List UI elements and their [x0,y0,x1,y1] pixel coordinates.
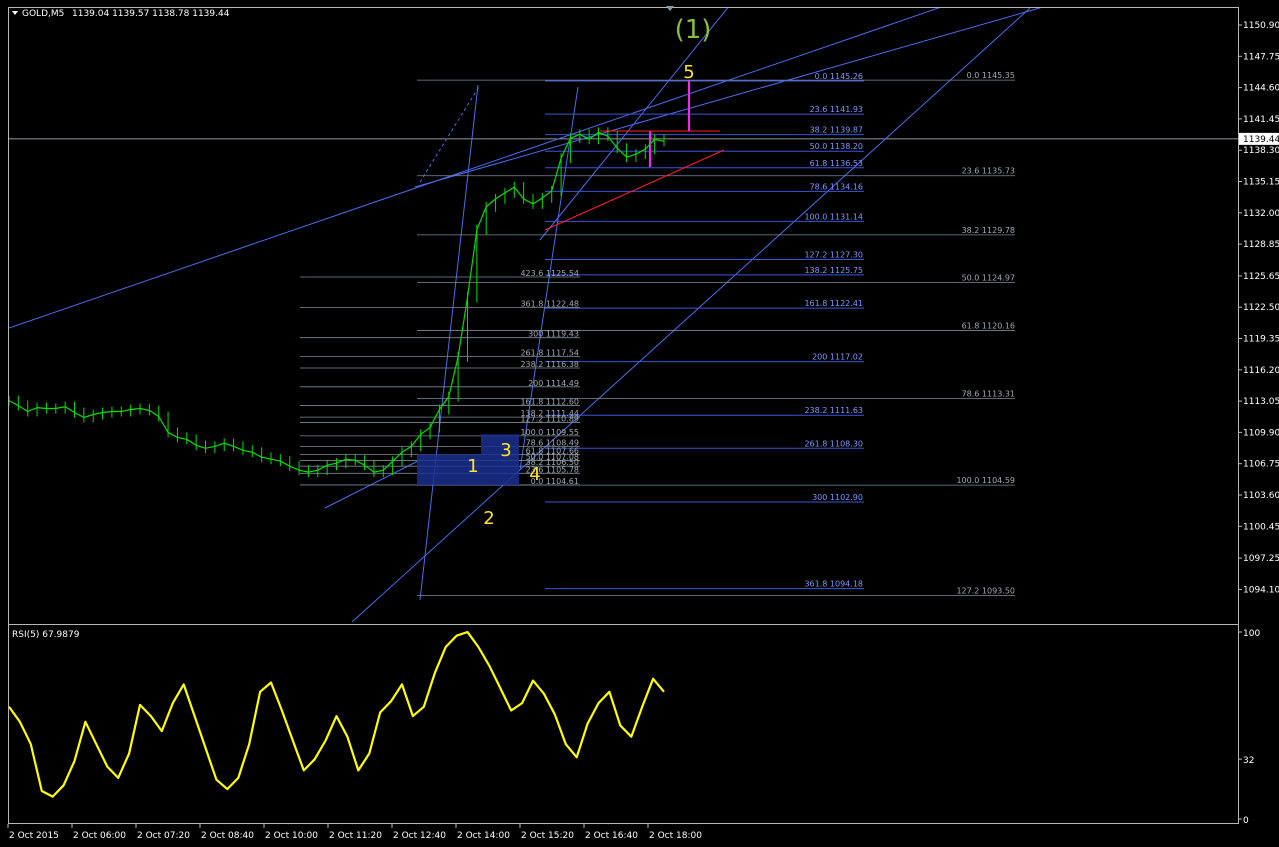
fib-extension-label: 61.8 1136.53 [810,159,863,168]
trading-chart-window[interactable]: 0.0 1145.35 23.6 1135.73 38.2 1129.78 50.0 … [0,0,1279,843]
fib-extension-label: 361.8 1094.18 [804,580,863,589]
time-tick-label: 2 Oct 10:00 [265,831,318,841]
wave-count-label: 5 [683,62,694,83]
price-tick-label: 1103.60 [1243,491,1279,501]
fib-level-label: 78.6 1113.31 [962,390,1015,399]
time-tick-label: 2 Oct 06:00 [73,831,126,841]
wave-degree-label: (1) [675,15,712,45]
fib-level-label: 38.2 1129.78 [962,226,1015,235]
chart-canvas[interactable]: 0.0 1145.3523.6 1135.7338.2 1129.7850.0 … [0,0,1279,843]
price-tick-label: 1147.75 [1243,52,1279,62]
annotations: 1 2 34 5 [467,62,694,529]
price-tick-label: 1125.65 [1243,272,1279,282]
price-tick-label: 1109.90 [1243,428,1279,438]
channel-line [414,8,1042,188]
wave-count-label: 4 [529,464,540,485]
fib-extension-label: 238.2 1111.63 [804,406,863,415]
rsi-line [9,630,665,798]
symbol-label: GOLD,M5 [22,9,64,19]
fib-left-label: 423.6 1125.54 [520,269,579,278]
fib-extension-label: 100.0 1131.14 [804,212,863,221]
rsi-title: RSI(5) 67.9879 [12,630,80,640]
fib-extension-label: 78.6 1134.16 [810,182,863,191]
current-price-label: 1139.44 [1243,135,1279,145]
fib-left-label: 238.2 1116.38 [520,360,579,369]
red-trend-line [544,149,725,231]
time-tick-label: 2 Oct 07:20 [137,831,190,841]
time-tick-label: 2 Oct 16:40 [585,831,638,841]
fib-left-label: 127.2 1110.89 [520,415,579,424]
price-tick-label: 1094.10 [1243,585,1279,595]
fib-extension-label: 38.2 1139.87 [810,126,863,135]
fib-extension-label: 127.2 1127.30 [804,251,863,260]
fib-left-label: 161.8 1112.60 [520,398,579,407]
triangle-down-icon[interactable] [12,11,18,15]
fib-left-label: 200 1114.49 [528,379,579,388]
fib-extension-label: 261.8 1108.30 [804,439,863,448]
fib-level-label: 100.0 1104.59 [956,476,1015,485]
price-tick-label: 1116.20 [1243,366,1279,376]
fib-left-label: 300 1119.43 [528,330,579,339]
price-tick-label: 1138.30 [1243,146,1279,156]
fib-extension-label: 300 1102.90 [812,493,863,502]
fib-extension-label: 138.2 1125.75 [804,266,863,275]
rsi-indicator-pane[interactable] [9,630,665,798]
time-tick-label: 2 Oct 08:40 [201,831,254,841]
channel-line [324,459,421,509]
fib-left-label: 361.8 1122.48 [520,299,579,308]
wave-count-label: 1 [467,456,478,477]
fib-level-label: 127.2 1093.50 [956,586,1015,595]
axes: 1150.90 1147.75 1144.60 1141.45 1138.30 1135.… [7,21,1279,841]
fib-left-label: 100.0 1109.55 [520,428,579,437]
main-price-pane[interactable]: 0.0 1145.3523.6 1135.7338.2 1129.7850.0 … [9,4,1238,622]
price-tick-label: 1132.00 [1243,209,1279,219]
price-tick-label: 1106.75 [1243,460,1279,470]
shift-marker-icon[interactable] [666,6,674,11]
fib-extension-label: 0.0 1145.26 [815,72,863,81]
ohlc-readout: 1139.04 1139.57 1138.78 1139.44 [72,9,230,19]
channel-line [419,84,479,601]
price-tick-label: 1100.45 [1243,522,1279,532]
fib-level-label: 23.6 1135.73 [962,167,1015,176]
price-tick-label: 1141.45 [1243,115,1279,125]
fib-extension-label: 200 1117.02 [812,353,863,362]
price-tick-label: 1144.60 [1243,84,1279,94]
time-tick-label: 2 Oct 15:20 [521,831,574,841]
fib-fan-line [419,84,481,183]
time-tick-label: 2 Oct 11:20 [329,831,382,841]
price-tick-label: 1119.35 [1243,334,1279,344]
fib-level-label: 0.0 1145.35 [967,71,1015,80]
wave-count-label: 3 [500,440,511,461]
fib-extension-label: 23.6 1141.93 [810,105,863,114]
chart-header: GOLD,M5 1139.04 1139.57 1138.78 1139.44 [12,9,230,19]
fib-level-label: 61.8 1120.16 [962,321,1015,330]
time-tick-label: 2 Oct 14:00 [457,831,510,841]
time-tick-label: 2 Oct 2015 [9,831,59,841]
price-tick-label: 1128.85 [1243,240,1279,250]
channel-line [351,8,1031,622]
price-tick-label: 1113.05 [1243,397,1279,407]
wave-count-label: 2 [483,508,494,529]
fib-extension-label: 50.0 1138.20 [810,142,863,151]
rsi-tick-label: 0 [1243,816,1249,826]
fib-extension-label: 161.8 1122.41 [804,299,863,308]
rsi-tick-label: 100 [1243,629,1260,639]
fib-level-label: 50.0 1124.97 [962,274,1015,283]
price-tick-label: 1097.25 [1243,554,1279,564]
time-tick-label: 2 Oct 12:40 [393,831,446,841]
rsi-tick-label: 32 [1243,756,1254,766]
price-tick-label: 1122.50 [1243,303,1279,313]
price-tick-label: 1135.15 [1243,178,1279,188]
price-tick-label: 1150.90 [1243,21,1279,31]
fib-left-label: 261.8 1117.54 [520,348,579,357]
time-tick-label: 2 Oct 18:00 [649,831,702,841]
